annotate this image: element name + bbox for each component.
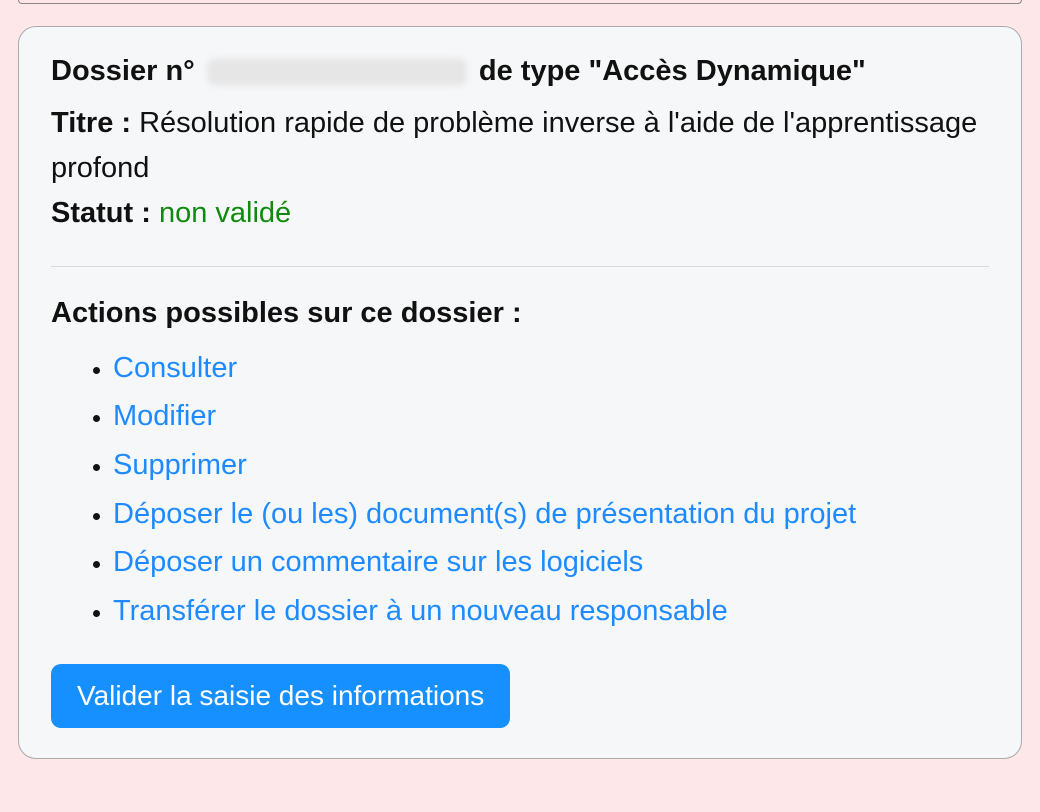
dossier-type-value: "Accès Dynamique" [588, 55, 865, 87]
dossier-status-value: non validé [159, 197, 291, 229]
divider [51, 266, 989, 267]
list-item: Modifier [113, 392, 989, 441]
dossier-header: Dossier n° de type "Accès Dynamique" [51, 53, 989, 91]
action-transferer[interactable]: Transférer le dossier à un nouveau respo… [113, 595, 728, 627]
dossier-title-value: Résolution rapide de problème inverse à … [51, 107, 977, 184]
dossier-number-label: Dossier n° [51, 55, 195, 87]
dossier-card: Dossier n° de type "Accès Dynamique" Tit… [18, 26, 1022, 759]
list-item: Transférer le dossier à un nouveau respo… [113, 587, 989, 636]
list-item: Consulter [113, 344, 989, 393]
actions-heading: Actions possibles sur ce dossier : [51, 297, 989, 330]
dossier-number-redacted [207, 58, 467, 86]
previous-card-bottom-edge [18, 0, 1022, 4]
list-item: Déposer le (ou les) document(s) de prése… [113, 490, 989, 539]
dossier-title-line: Titre : Résolution rapide de problème in… [51, 101, 989, 191]
dossier-status-line: Statut : non validé [51, 197, 989, 230]
actions-list: Consulter Modifier Supprimer Déposer le … [113, 344, 989, 636]
action-modifier[interactable]: Modifier [113, 400, 216, 432]
validate-button[interactable]: Valider la saisie des informations [51, 664, 510, 728]
list-item: Déposer un commentaire sur les logiciels [113, 538, 989, 587]
action-deposer-commentaire[interactable]: Déposer un commentaire sur les logiciels [113, 546, 643, 578]
dossier-type-prefix: de type [479, 55, 581, 87]
action-deposer-documents[interactable]: Déposer le (ou les) document(s) de prése… [113, 498, 856, 530]
action-supprimer[interactable]: Supprimer [113, 449, 247, 481]
dossier-title-label: Titre : [51, 107, 131, 139]
dossier-status-label: Statut : [51, 197, 151, 229]
action-consulter[interactable]: Consulter [113, 352, 237, 384]
list-item: Supprimer [113, 441, 989, 490]
